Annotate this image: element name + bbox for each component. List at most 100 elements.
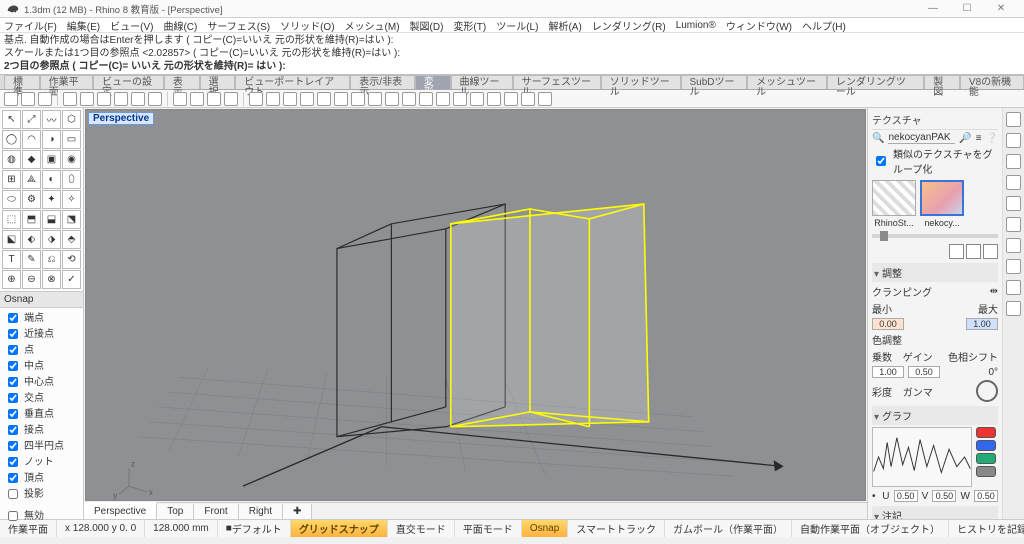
viewtab-right[interactable]: Right	[239, 504, 283, 519]
clamp-icon[interactable]: ⇹	[990, 286, 998, 297]
osnap-checkbox[interactable]	[8, 441, 18, 451]
tool-icon[interactable]	[266, 92, 280, 106]
osnap-checkbox[interactable]	[8, 457, 18, 467]
osnap-item[interactable]: 点	[4, 342, 79, 358]
toolbtn[interactable]: ◆	[22, 150, 41, 169]
minimize-button[interactable]: —	[916, 0, 950, 17]
menu-file[interactable]: ファイル(F)	[4, 18, 57, 33]
toolbtn[interactable]: ⚙	[22, 190, 41, 209]
panel-icon[interactable]	[1006, 133, 1021, 148]
tab-subdtools[interactable]: SubDツール	[681, 75, 748, 89]
tab-display[interactable]: 表示	[164, 75, 200, 89]
mult-input[interactable]: 1.00	[872, 366, 904, 378]
search-go-icon[interactable]: 🔎	[959, 133, 971, 144]
toolbtn[interactable]: ⟲	[62, 250, 81, 269]
osnap-item[interactable]: 投影	[4, 486, 79, 502]
panel-icon[interactable]	[1006, 154, 1021, 169]
tab-transform[interactable]: 変形	[415, 75, 451, 89]
tool-icon[interactable]	[224, 92, 238, 106]
toolbtn[interactable]: ✦	[42, 190, 61, 209]
panel-icon[interactable]	[1006, 175, 1021, 190]
tab-cplane[interactable]: 作業平面	[40, 75, 93, 89]
tab-meshtools[interactable]: メッシュツール	[747, 75, 827, 89]
toolbtn[interactable]: ⊞	[2, 170, 21, 189]
menu-window[interactable]: ウィンドウ(W)	[726, 18, 792, 33]
menu-drafting[interactable]: 製図(D)	[410, 18, 444, 33]
min-input[interactable]: 0.00	[872, 318, 904, 330]
menu-analyze[interactable]: 解析(A)	[548, 18, 581, 33]
texture-thumb[interactable]: RhinoSt...	[872, 180, 916, 228]
panel-icon[interactable]	[1006, 238, 1021, 253]
help-icon[interactable]: ❔	[986, 133, 998, 144]
menu-view[interactable]: ビュー(V)	[110, 18, 153, 33]
panel-icon[interactable]	[1006, 259, 1021, 274]
menu-icon[interactable]: ≡	[976, 133, 982, 144]
toolbtn[interactable]: ⬔	[62, 210, 81, 229]
tool-icon[interactable]	[385, 92, 399, 106]
tool-icon[interactable]	[368, 92, 382, 106]
view-grid-icon[interactable]	[949, 244, 964, 259]
viewtab-add[interactable]: ✚	[283, 504, 312, 519]
toolbtn[interactable]: ⬓	[42, 210, 61, 229]
menu-help[interactable]: ヘルプ(H)	[802, 18, 846, 33]
osnap-checkbox[interactable]	[8, 393, 18, 403]
tool-icon[interactable]	[80, 92, 94, 106]
tab-rendertools[interactable]: レンダリングツール	[827, 75, 924, 89]
toolbtn[interactable]: ⬡	[62, 110, 81, 129]
menu-mesh[interactable]: メッシュ(M)	[345, 18, 400, 33]
toolbtn[interactable]: ⟁	[22, 170, 41, 189]
osnap-item[interactable]: 頂点	[4, 470, 79, 486]
osnap-checkbox[interactable]	[8, 361, 18, 371]
toolbtn[interactable]: ✓	[62, 270, 81, 289]
tab-curvetools[interactable]: 曲線ツール	[451, 75, 513, 89]
toolbtn[interactable]: ◑	[42, 130, 61, 149]
panel-icon[interactable]	[1006, 112, 1021, 127]
tool-icon[interactable]	[402, 92, 416, 106]
tool-icon[interactable]	[190, 92, 204, 106]
swatch-green[interactable]	[976, 453, 996, 464]
toolbtn[interactable]: ▣	[42, 150, 61, 169]
tool-icon[interactable]	[4, 92, 18, 106]
panel-icon[interactable]	[1006, 196, 1021, 211]
command-area[interactable]: 基点. 自動作成の場合はEnterを押します ( コピー(C)=いいえ 元の形状…	[0, 33, 1024, 75]
tool-icon[interactable]	[173, 92, 187, 106]
osnap-checkbox[interactable]	[8, 409, 18, 419]
menu-solid[interactable]: ソリッド(O)	[280, 18, 334, 33]
w-input[interactable]: 0.50	[974, 490, 998, 502]
toolbtn[interactable]: ⬘	[62, 230, 81, 249]
tab-surftools[interactable]: サーフェスツール	[513, 75, 601, 89]
toolbtn[interactable]: ✎	[22, 250, 41, 269]
osnap-checkbox[interactable]	[8, 489, 18, 499]
status-osnap[interactable]: Osnap	[522, 520, 568, 537]
tool-icon[interactable]	[283, 92, 297, 106]
osnap-checkbox[interactable]	[8, 425, 18, 435]
osnap-item[interactable]: 近接点	[4, 326, 79, 342]
u-input[interactable]: 0.50	[894, 490, 918, 502]
swatch-blue[interactable]	[976, 440, 996, 451]
toolbtn[interactable]: ⬭	[2, 190, 21, 209]
osnap-item[interactable]: 中点	[4, 358, 79, 374]
status-ortho[interactable]: 直交モード	[388, 520, 455, 537]
panel-icon[interactable]	[1006, 217, 1021, 232]
tool-icon[interactable]	[351, 92, 365, 106]
osnap-item[interactable]: 端点	[4, 310, 79, 326]
tab-viewset[interactable]: ビューの設定	[93, 75, 164, 89]
viewport-label[interactable]: Perspective	[88, 112, 154, 125]
view-tree-icon[interactable]	[983, 244, 998, 259]
menu-curve[interactable]: 曲線(C)	[163, 18, 197, 33]
view-list-icon[interactable]	[966, 244, 981, 259]
tool-icon[interactable]	[249, 92, 263, 106]
swatch-gray[interactable]	[976, 466, 996, 477]
hue-dial[interactable]	[976, 380, 998, 402]
tool-icon[interactable]	[521, 92, 535, 106]
status-cplane[interactable]: 作業平面	[0, 520, 57, 537]
osnap-item[interactable]: 接点	[4, 422, 79, 438]
tool-icon[interactable]	[21, 92, 35, 106]
v-input[interactable]: 0.50	[932, 490, 956, 502]
tool-icon[interactable]	[487, 92, 501, 106]
texture-thumb[interactable]: nekocy...	[920, 180, 964, 228]
tool-icon[interactable]	[207, 92, 221, 106]
osnap-item[interactable]: ノット	[4, 454, 79, 470]
toolbtn[interactable]: ⊕	[2, 270, 21, 289]
menu-tools[interactable]: ツール(L)	[496, 18, 538, 33]
